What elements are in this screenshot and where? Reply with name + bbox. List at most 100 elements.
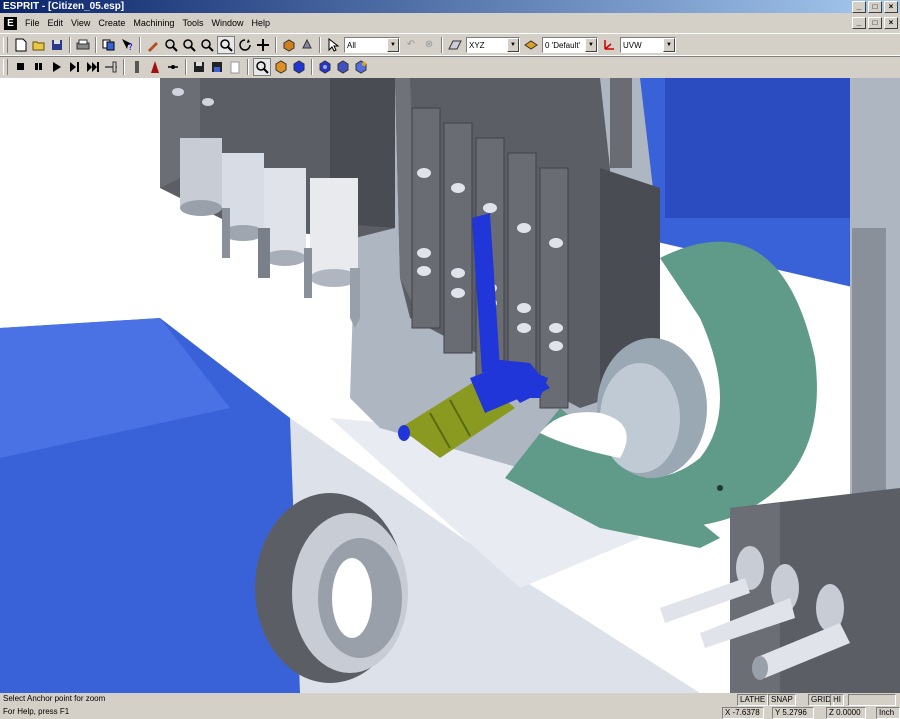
undo-icon[interactable]: ↶ (403, 37, 419, 53)
layer-icon[interactable] (523, 37, 539, 53)
menu-window[interactable]: Window (207, 14, 247, 32)
status-message: Select Anchor point for zoom (3, 694, 106, 703)
menu-view[interactable]: View (67, 14, 94, 32)
machine-icon[interactable] (147, 59, 163, 75)
speed-slider-icon[interactable] (103, 59, 119, 75)
layer-filter-dropdown[interactable]: All ▼ (344, 37, 400, 53)
solid-blue-icon[interactable] (291, 59, 307, 75)
new-file-icon[interactable] (13, 37, 29, 53)
close-button[interactable]: × (884, 1, 898, 13)
pan-tool-icon[interactable] (145, 37, 161, 53)
toolbar-separator (319, 37, 321, 53)
solid-settings-icon[interactable] (317, 59, 333, 75)
inspect-icon[interactable] (253, 58, 271, 76)
svg-text:?: ? (128, 43, 133, 52)
open-folder-icon[interactable] (31, 37, 47, 53)
child-minimize-button[interactable]: _ (852, 17, 866, 29)
child-restore-button[interactable]: □ (868, 17, 882, 29)
menu-edit[interactable]: Edit (44, 14, 68, 32)
background-plane (0, 78, 160, 323)
menu-tools[interactable]: Tools (178, 14, 207, 32)
maximize-button[interactable]: □ (868, 1, 882, 13)
units-indicator: Inch (876, 707, 900, 719)
bolt (202, 98, 214, 106)
play-icon[interactable] (49, 59, 65, 75)
simulation-toolbar (0, 55, 900, 79)
zoom-icon[interactable] (181, 37, 197, 53)
guide-rod (610, 78, 632, 168)
rotate-icon[interactable] (237, 37, 253, 53)
minimize-button[interactable]: _ (852, 1, 866, 13)
right-column (852, 228, 886, 498)
shaded-view-icon[interactable] (281, 37, 297, 53)
menu-file[interactable]: File (21, 14, 44, 32)
work-plane-icon[interactable] (447, 37, 463, 53)
axes-value: UVW (623, 40, 642, 50)
hi-mode-toggle[interactable]: HI (830, 694, 844, 706)
zoom-in-icon[interactable] (163, 37, 179, 53)
lathe-mode-toggle[interactable]: LATHE (737, 694, 769, 706)
save-icon[interactable] (49, 37, 65, 53)
menu-bar: E File Edit View Create Machining Tools … (0, 14, 900, 32)
pause-icon[interactable] (31, 59, 47, 75)
work-plane-dropdown[interactable]: XYZ ▼ (466, 37, 520, 53)
wireframe-view-icon[interactable] (299, 37, 315, 53)
menu-create[interactable]: Create (94, 14, 129, 32)
redo-icon[interactable]: ⊗ (421, 37, 437, 53)
x-coordinate: X -7.6378 (722, 707, 764, 719)
toolbar-separator (185, 59, 187, 75)
housing-blue-panel (665, 78, 850, 218)
layer-filter-value: All (347, 40, 356, 50)
fast-forward-icon[interactable] (85, 59, 101, 75)
chevron-down-icon[interactable]: ▼ (387, 38, 399, 52)
tool-icon[interactable] (129, 59, 145, 75)
zoom-window-icon[interactable] (217, 36, 235, 54)
status-progress (848, 694, 896, 706)
toolbar-grip[interactable] (3, 37, 8, 53)
toolbar-separator (275, 37, 277, 53)
status-bar: Select Anchor point for zoom LATHE SNAP … (0, 693, 900, 719)
layer-dropdown[interactable]: 0 'Default' ▼ (542, 37, 598, 53)
copy-icon[interactable] (101, 37, 117, 53)
chevron-down-icon[interactable]: ▼ (663, 38, 675, 52)
chevron-down-icon[interactable]: ▼ (585, 38, 597, 52)
solid-cut-icon[interactable] (335, 59, 351, 75)
print-icon[interactable] (75, 37, 91, 53)
toolbar-separator (311, 59, 313, 75)
move-icon[interactable] (255, 37, 271, 53)
chevron-down-icon[interactable]: ▼ (507, 38, 519, 52)
app-icon[interactable]: E (4, 16, 17, 30)
record-icon[interactable] (209, 59, 225, 75)
menu-machining[interactable]: Machining (129, 14, 178, 32)
toolbar-grip[interactable] (3, 59, 8, 75)
solid-orange-icon[interactable] (273, 59, 289, 75)
layer-value: 0 'Default' (545, 40, 581, 50)
stop-icon[interactable] (13, 59, 29, 75)
y-coordinate: Y 5.2796 (772, 707, 814, 719)
solid-compare-icon[interactable] (353, 59, 369, 75)
help-hint: For Help, press F1 (3, 707, 70, 716)
menu-help[interactable]: Help (247, 14, 274, 32)
machine-scene (0, 78, 900, 693)
title-bar: ESPRIT - [Citizen_05.esp] _ □ × (0, 0, 900, 13)
context-help-icon[interactable]: ? (119, 37, 135, 53)
axes-dropdown[interactable]: UVW ▼ (620, 37, 676, 53)
axes-icon[interactable] (601, 37, 617, 53)
zoom-out-icon[interactable] (199, 37, 215, 53)
clipboard-icon[interactable] (227, 59, 243, 75)
work-plane-value: XYZ (469, 40, 485, 50)
stock-icon[interactable] (165, 59, 181, 75)
toolbar-separator (69, 37, 71, 53)
graphics-viewport[interactable] (0, 78, 900, 693)
select-pointer-icon[interactable] (325, 37, 341, 53)
step-forward-icon[interactable] (67, 59, 83, 75)
toolbar-separator (247, 59, 249, 75)
snap-mode-toggle[interactable]: SNAP (768, 694, 796, 706)
standard-toolbar: ? All ▼ ↶ ⊗ XYZ ▼ 0 'Default' ▼ UVW ▼ (0, 33, 900, 57)
toolbar-separator (441, 37, 443, 53)
child-close-button[interactable]: × (884, 17, 898, 29)
save-simulation-icon[interactable] (191, 59, 207, 75)
bolt (172, 88, 184, 96)
toolbar-separator (139, 37, 141, 53)
z-coordinate: Z 0.0000 (826, 707, 866, 719)
